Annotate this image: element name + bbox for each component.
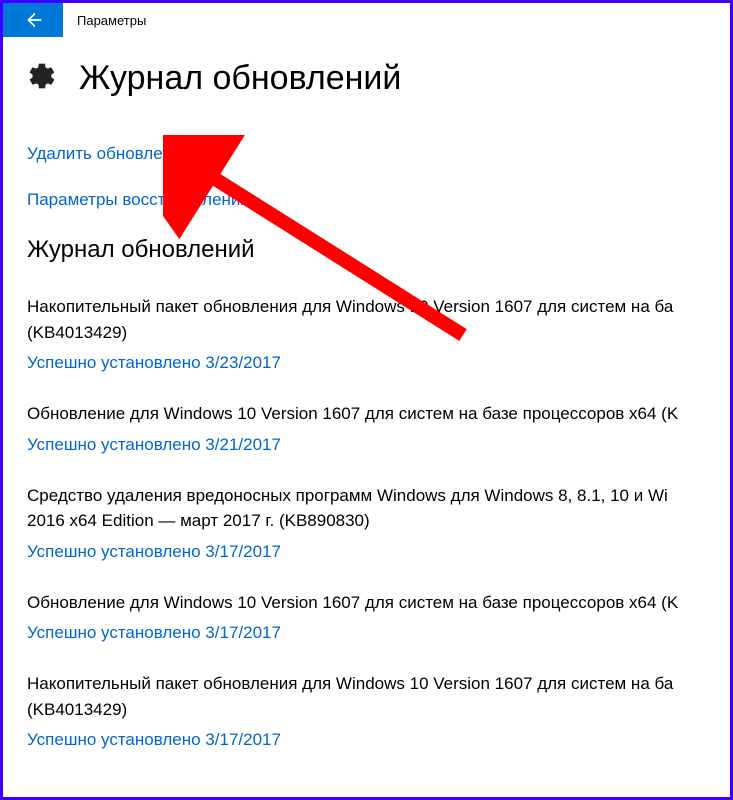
- uninstall-updates-link[interactable]: Удалить обновления: [27, 144, 706, 164]
- update-item: Средство удаления вредоносных программ W…: [27, 483, 706, 562]
- update-item: Обновление для Windows 10 Version 1607 д…: [27, 401, 706, 455]
- update-item: Обновление для Windows 10 Version 1607 д…: [27, 590, 706, 644]
- titlebar-text: Параметры: [77, 13, 146, 28]
- page-title: Журнал обновлений: [79, 59, 401, 98]
- arrow-left-icon: [22, 9, 44, 31]
- update-name: Средство удаления вредоносных программ W…: [27, 483, 706, 534]
- titlebar: Параметры: [3, 3, 730, 37]
- content-area: Журнал обновлений Удалить обновления Пар…: [3, 37, 730, 750]
- update-status[interactable]: Успешно установлено 3/23/2017: [27, 353, 706, 373]
- recovery-options-link[interactable]: Параметры восстановления: [27, 190, 706, 210]
- back-button[interactable]: [3, 3, 63, 37]
- page-header: Журнал обновлений: [27, 59, 706, 98]
- update-status[interactable]: Успешно установлено 3/17/2017: [27, 730, 706, 750]
- update-item: Накопительный пакет обновления для Windo…: [27, 294, 706, 373]
- update-status[interactable]: Успешно установлено 3/21/2017: [27, 435, 706, 455]
- update-name: Накопительный пакет обновления для Windo…: [27, 671, 706, 722]
- update-status[interactable]: Успешно установлено 3/17/2017: [27, 542, 706, 562]
- update-status[interactable]: Успешно установлено 3/17/2017: [27, 623, 706, 643]
- gear-icon: [27, 61, 57, 96]
- update-name: Обновление для Windows 10 Version 1607 д…: [27, 401, 706, 427]
- section-title: Журнал обновлений: [27, 236, 706, 264]
- update-item: Накопительный пакет обновления для Windo…: [27, 671, 706, 750]
- update-name: Накопительный пакет обновления для Windo…: [27, 294, 706, 345]
- update-name: Обновление для Windows 10 Version 1607 д…: [27, 590, 706, 616]
